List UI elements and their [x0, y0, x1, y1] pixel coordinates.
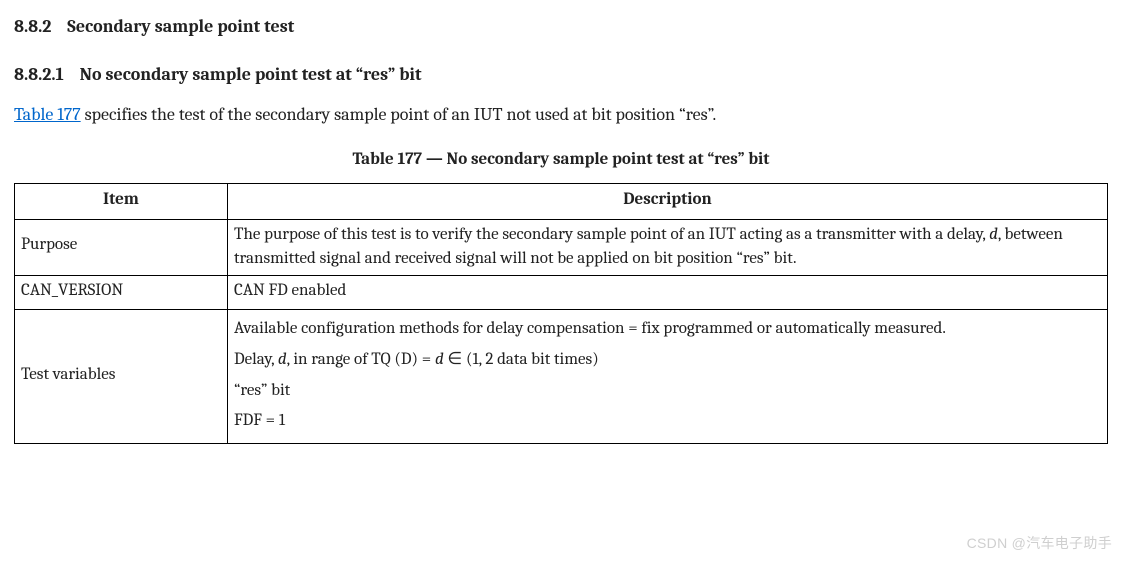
spec-table: Item Description Purpose The purpose of …	[14, 183, 1108, 444]
section-title: Secondary sample point test	[67, 16, 294, 37]
cell-desc-test-variables: Available configuration methods for dela…	[228, 310, 1108, 444]
intro-paragraph: Table 177 specifies the test of the seco…	[14, 102, 1108, 128]
subsection-title: No secondary sample point test at “res” …	[80, 64, 422, 85]
section-heading-8-8-2: 8.8.2 Secondary sample point test	[14, 14, 1108, 40]
header-item: Item	[15, 183, 228, 219]
cell-item-test-variables: Test variables	[15, 310, 228, 444]
section-heading-8-8-2-1: 8.8.2.1 No secondary sample point test a…	[14, 62, 1108, 88]
test-var-line-3: “res” bit	[234, 379, 1101, 404]
test-var-line-4: FDF = 1	[234, 409, 1101, 434]
table-row: CAN_VERSION CAN FD enabled	[15, 275, 1108, 310]
watermark-text: CSDN @汽车电子助手	[967, 533, 1112, 553]
cell-item-can-version: CAN_VERSION	[15, 275, 228, 310]
test-var-line-2: Delay, d, in range of TQ (D) = d ∈ (1, 2…	[234, 348, 1101, 373]
table-header-row: Item Description	[15, 183, 1108, 219]
table-177-link[interactable]: Table 177	[14, 104, 81, 125]
section-number: 8.8.2	[14, 16, 51, 37]
table-caption: Table 177 — No secondary sample point te…	[14, 148, 1108, 173]
table-row: Purpose The purpose of this test is to v…	[15, 219, 1108, 275]
intro-text: specifies the test of the secondary samp…	[81, 104, 717, 125]
header-description: Description	[228, 183, 1108, 219]
cell-item-purpose: Purpose	[15, 219, 228, 275]
cell-desc-can-version: CAN FD enabled	[228, 275, 1108, 310]
subsection-number: 8.8.2.1	[14, 64, 64, 85]
cell-desc-purpose: The purpose of this test is to verify th…	[228, 219, 1108, 275]
table-row: Test variables Available configuration m…	[15, 310, 1108, 444]
test-var-line-1: Available configuration methods for dela…	[234, 317, 1101, 342]
